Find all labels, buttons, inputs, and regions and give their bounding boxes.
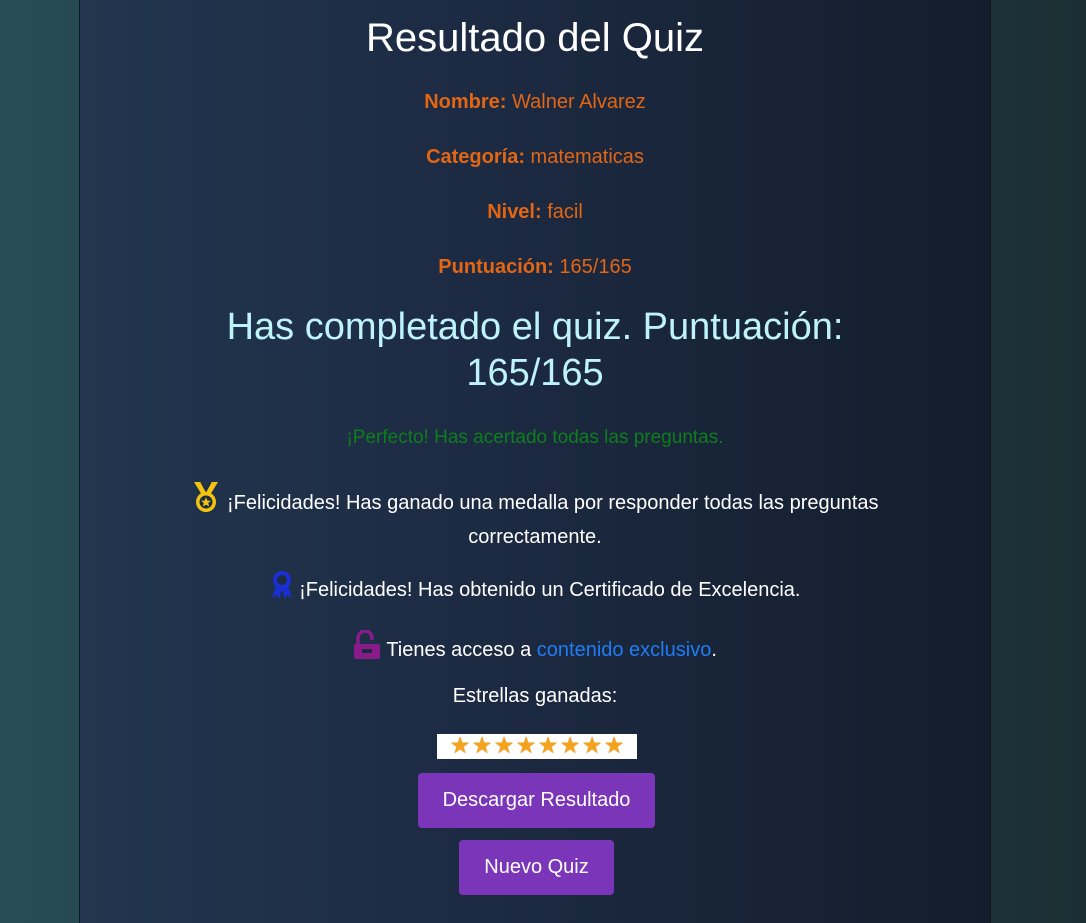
star-icon: ★ <box>537 733 559 759</box>
name-label: Nombre: <box>424 91 507 113</box>
unlock-icon <box>353 629 381 669</box>
completed-heading: Has completado el quiz. Puntuación: 165/… <box>80 304 990 396</box>
page-title: Resultado del Quiz <box>366 16 704 60</box>
level-value: facil <box>547 201 583 223</box>
stars-label: Estrellas ganadas: <box>452 685 618 707</box>
exclusive-content-link[interactable]: contenido exclusivo <box>537 639 712 661</box>
level-label: Nivel: <box>487 201 542 223</box>
star-icon: ★ <box>603 733 625 759</box>
star-icon: ★ <box>449 733 471 759</box>
score-label: Puntuación: <box>438 256 554 278</box>
star-icon: ★ <box>559 733 581 759</box>
download-result-button[interactable]: Descargar Resultado <box>418 773 655 828</box>
new-quiz-button[interactable]: Nuevo Quiz <box>459 840 614 895</box>
star-icon: ★ <box>515 733 537 759</box>
stars-rating: ★ ★ ★ ★ ★ ★ ★ ★ <box>437 734 637 759</box>
perfect-message: ¡Perfecto! Has acertado todas las pregun… <box>346 427 724 448</box>
level-row: Nivel: facil <box>80 200 990 224</box>
category-label: Categoría: <box>426 146 525 168</box>
category-row: Categoría: matematicas <box>80 145 990 169</box>
category-value: matematicas <box>530 146 644 168</box>
certificate-message-text: ¡Felicidades! Has obtenido un Certificad… <box>299 579 801 601</box>
score-row: Puntuación: 165/165 <box>80 255 990 279</box>
medal-message-row: ¡Felicidades! Has ganado una medalla por… <box>80 481 990 552</box>
medal-message-text: ¡Felicidades! Has ganado una medalla por… <box>227 492 879 548</box>
medal-icon <box>191 481 221 522</box>
completed-heading-line2: 165/165 <box>466 352 604 394</box>
certificate-message-row: ¡Felicidades! Has obtenido un Certificad… <box>80 570 990 609</box>
result-panel: Resultado del Quiz Nombre: Walner Alvare… <box>79 0 991 923</box>
score-value: 165/165 <box>559 256 632 278</box>
exclusive-message-row: Tienes acceso a contenido exclusivo. <box>80 629 990 669</box>
name-row: Nombre: Walner Alvarez <box>80 90 990 114</box>
ribbon-award-icon <box>270 570 294 609</box>
star-icon: ★ <box>471 733 493 759</box>
exclusive-prefix: Tienes acceso a <box>386 639 537 661</box>
star-icon: ★ <box>493 733 515 759</box>
exclusive-suffix: . <box>711 639 717 661</box>
completed-heading-line1: Has completado el quiz. Puntuación: <box>226 306 844 348</box>
star-icon: ★ <box>581 733 603 759</box>
name-value: Walner Alvarez <box>512 91 646 113</box>
